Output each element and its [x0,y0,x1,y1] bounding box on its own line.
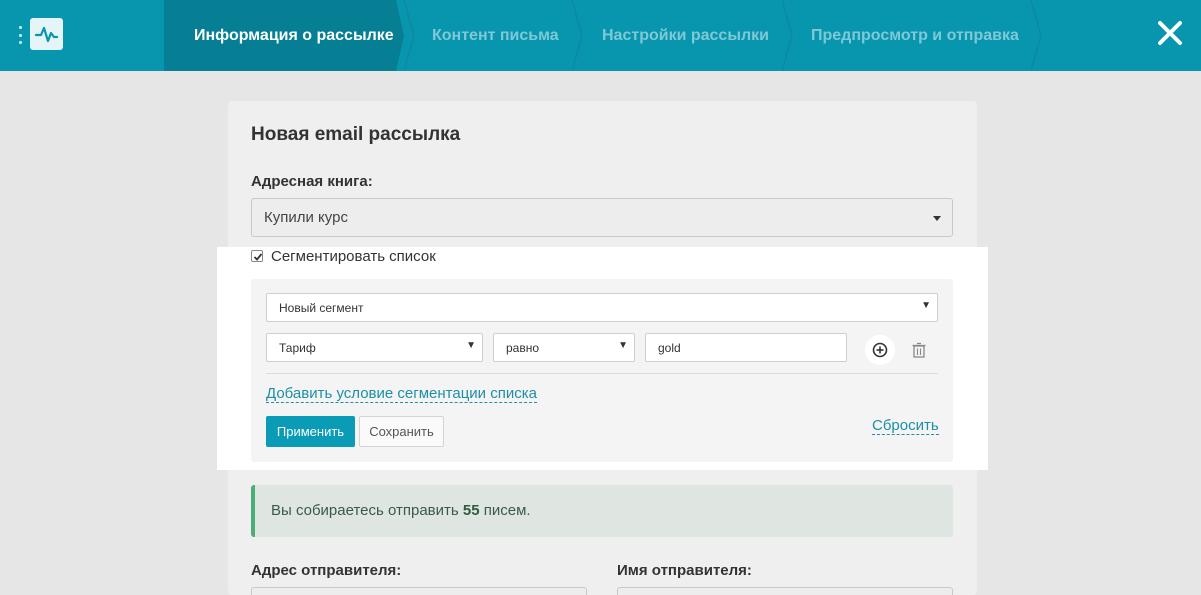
page-title: Новая email рассылка [251,124,461,145]
alert-prefix: Вы собираетесь отправить [271,502,463,519]
condition-field-select[interactable]: Тариф ▼ [266,333,483,362]
condition-value-text: gold [658,341,681,355]
step-separator-icon [1031,0,1042,71]
sender-address-label: Адрес отправителя: [251,562,402,579]
sender-address-input[interactable] [251,587,587,595]
segment-checkbox-label[interactable]: Сегментировать список [271,248,436,265]
segment-checkbox[interactable] [251,250,263,262]
step-separator-icon [572,0,583,71]
address-book-select[interactable]: Купили курс [251,198,953,237]
condition-operator-value: равно [506,341,540,355]
step-campaign-settings[interactable]: Настройки рассылки [602,0,769,71]
sender-name-input[interactable] [617,587,953,595]
step-email-content[interactable]: Контент письма [432,0,559,71]
add-condition-link[interactable]: Добавить условие сегментации списка [266,385,537,403]
condition-value-input[interactable]: gold [645,333,847,362]
trash-icon[interactable] [911,342,927,358]
save-button[interactable]: Сохранить [359,416,444,447]
chevron-down-icon: ▼ [921,300,931,311]
recipients-alert-text: Вы собираетесь отправить 55 писем. [271,502,531,519]
address-book-value: Купили курс [264,209,348,226]
step-preview-send[interactable]: Предпросмотр и отправка [811,0,1019,71]
condition-field-value: Тариф [279,341,316,355]
segment-divider [266,373,938,374]
address-book-label: Адресная книга: [251,173,373,190]
chevron-down-icon: ▼ [466,340,476,351]
pulse-logo-icon[interactable] [30,18,63,50]
chevron-down-icon [933,216,941,221]
step-campaign-info[interactable]: Информация о рассылке [194,0,394,71]
condition-operator-select[interactable]: равно ▼ [493,333,635,362]
segment-select[interactable]: Новый сегмент ▼ [266,293,938,322]
chevron-down-icon: ▼ [618,340,628,351]
recipient-count: 55 [462,502,480,519]
apply-button[interactable]: Применить [266,416,355,447]
sender-name-label: Имя отправителя: [617,562,752,579]
plus-circle-icon [872,342,888,358]
close-icon[interactable] [1156,19,1184,47]
step-separator-icon [404,0,415,71]
reset-link[interactable]: Сбросить [872,417,939,435]
vertical-dots-icon[interactable] [17,26,23,44]
alert-suffix: писем. [479,502,531,519]
segment-select-value: Новый сегмент [279,301,364,315]
step-separator-icon [782,0,793,71]
add-condition-button[interactable] [865,335,895,365]
